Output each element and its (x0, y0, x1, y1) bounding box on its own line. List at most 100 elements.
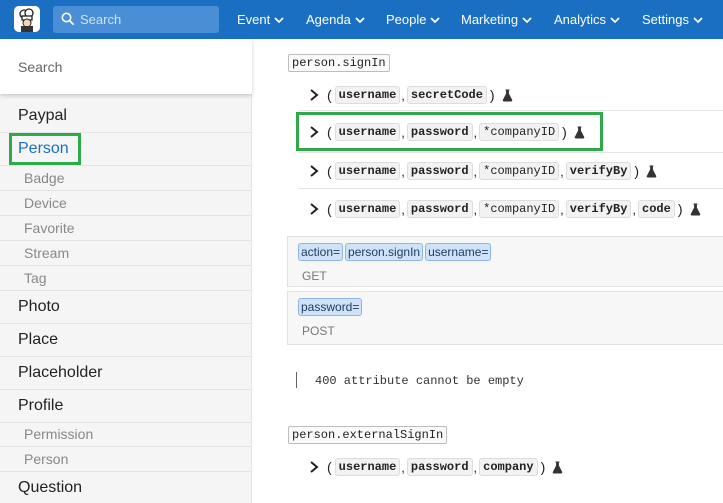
flask-icon (646, 165, 657, 177)
search-icon (61, 12, 75, 26)
flask-icon (502, 89, 512, 101)
sidebar-item-question[interactable]: Question (0, 472, 252, 503)
sidebar-item-label: Person (24, 451, 69, 467)
sidebar-item-paypal[interactable]: Paypal (0, 100, 252, 133)
sidebar-item-label: Place (18, 331, 59, 348)
sidebar-search-input[interactable] (18, 57, 238, 77)
sidebar-item-label: Profile (18, 397, 64, 414)
chevron-down-icon (610, 12, 620, 27)
param-username: username (334, 200, 401, 218)
sidebar-subitem-tag[interactable]: Tag (0, 266, 252, 291)
sidebar-item-placeholder[interactable]: Placeholder (0, 357, 252, 390)
sidebar-item-profile[interactable]: Profile (0, 390, 252, 423)
param-code: code (638, 200, 675, 218)
nav-analytics[interactable]: Analytics (554, 0, 620, 39)
global-search-input[interactable] (80, 10, 210, 29)
param-comma: , (473, 201, 478, 217)
sidebar-subitem-person[interactable]: Person (0, 447, 252, 472)
nav-people-label: People (386, 12, 427, 27)
signature-row[interactable]: ( username, password, *companyID, verify… (307, 197, 701, 221)
error-response-text: 400 attribute cannot be empty (315, 374, 524, 388)
param-secretcode: secretCode (406, 86, 487, 104)
flask-icon (552, 461, 563, 473)
highlight-box-signature (296, 112, 603, 151)
param-verifyby: verifyBy (565, 200, 632, 218)
sidebar-item-label: Question (18, 479, 83, 496)
sidebar-subitem-stream[interactable]: Stream (0, 241, 252, 266)
param-comma: , (401, 87, 405, 103)
sidebar-item-label: Stream (24, 245, 70, 261)
divider (298, 152, 723, 153)
sidebar-search-box (0, 39, 252, 94)
param-comma: , (473, 163, 478, 179)
param-username: username (334, 162, 401, 180)
app-logo[interactable] (14, 6, 40, 32)
sidebar-item-label: Device (24, 195, 67, 211)
flask-icon (690, 203, 700, 215)
divider (298, 188, 723, 189)
param-comma: , (401, 201, 405, 217)
chevron-down-icon (355, 12, 365, 27)
paren-close: ) (634, 163, 640, 179)
sidebar-subitem-permission[interactable]: Permission (0, 422, 252, 447)
sidebar-item-label: Badge (24, 170, 65, 186)
nav-agenda[interactable]: Agenda (306, 0, 365, 39)
request-get-box: action= person.signIn username= GET (287, 236, 723, 287)
nav-settings[interactable]: Settings (642, 0, 703, 39)
signature-row[interactable]: ( username, password, company ) (307, 455, 563, 479)
paren-close: ) (540, 459, 546, 475)
nav-agenda-label: Agenda (306, 12, 351, 27)
chevron-down-icon (693, 12, 703, 27)
nav-people[interactable]: People (386, 0, 441, 39)
param-comma: , (560, 201, 564, 217)
global-search-box[interactable] (53, 6, 219, 33)
request-get-tags: action= person.signIn username= (298, 243, 492, 261)
paren-close: ) (677, 201, 683, 217)
nav-marketing[interactable]: Marketing (461, 0, 532, 39)
signature-row[interactable]: ( username, password, *companyID, verify… (307, 159, 657, 183)
nav-settings-label: Settings (642, 12, 689, 27)
chevron-right-icon (310, 203, 319, 215)
param-comma: , (473, 459, 478, 475)
endpoint-title-external-signin[interactable]: person.externalSignIn (288, 426, 448, 444)
sidebar-item-label: Favorite (24, 220, 75, 236)
sidebar-item-label: Permission (24, 426, 94, 442)
nav-event[interactable]: Event (237, 0, 284, 39)
http-method-post: POST (302, 324, 335, 338)
sidebar-item-place[interactable]: Place (0, 324, 252, 357)
query-tag-method: person.signIn (345, 243, 424, 261)
signature-row[interactable]: ( username, secretCode ) (307, 83, 513, 107)
request-post-box: password= POST (287, 291, 723, 345)
endpoint-title-signin[interactable]: person.signIn (288, 54, 390, 72)
param-verifyby: verifyBy (565, 162, 632, 180)
param-companyid: *companyID (479, 200, 560, 218)
param-password: password (406, 162, 473, 180)
highlight-box-sidebar-person (9, 133, 81, 165)
paren-close: ) (489, 87, 495, 103)
param-password: password (406, 200, 473, 218)
sidebar-subitem-badge[interactable]: Badge (0, 166, 252, 191)
nav-analytics-label: Analytics (554, 12, 607, 27)
param-companyid: *companyID (479, 162, 560, 180)
param-username: username (334, 86, 401, 104)
chevron-right-icon (310, 89, 319, 101)
param-username: username (334, 458, 401, 476)
response-bar (296, 372, 297, 388)
top-navigation-bar: Event Agenda People Marketing Analytics … (0, 0, 723, 39)
paren-open: ( (327, 459, 332, 475)
divider (298, 110, 723, 111)
paren-open: ( (327, 201, 332, 217)
sidebar-subitem-device[interactable]: Device (0, 191, 252, 216)
chevron-right-icon (310, 461, 319, 473)
sidebar-item-photo[interactable]: Photo (0, 291, 252, 324)
chevron-right-icon (310, 165, 319, 177)
param-comma: , (401, 459, 405, 475)
param-comma: , (632, 201, 637, 217)
sidebar-item-label: Tag (24, 270, 47, 286)
query-tag-username: username= (425, 243, 492, 261)
chef-logo-icon (14, 6, 40, 32)
sidebar-item-label: Placeholder (18, 364, 103, 381)
param-comma: , (560, 163, 564, 179)
sidebar-subitem-favorite[interactable]: Favorite (0, 216, 252, 241)
nav-marketing-label: Marketing (461, 12, 519, 27)
